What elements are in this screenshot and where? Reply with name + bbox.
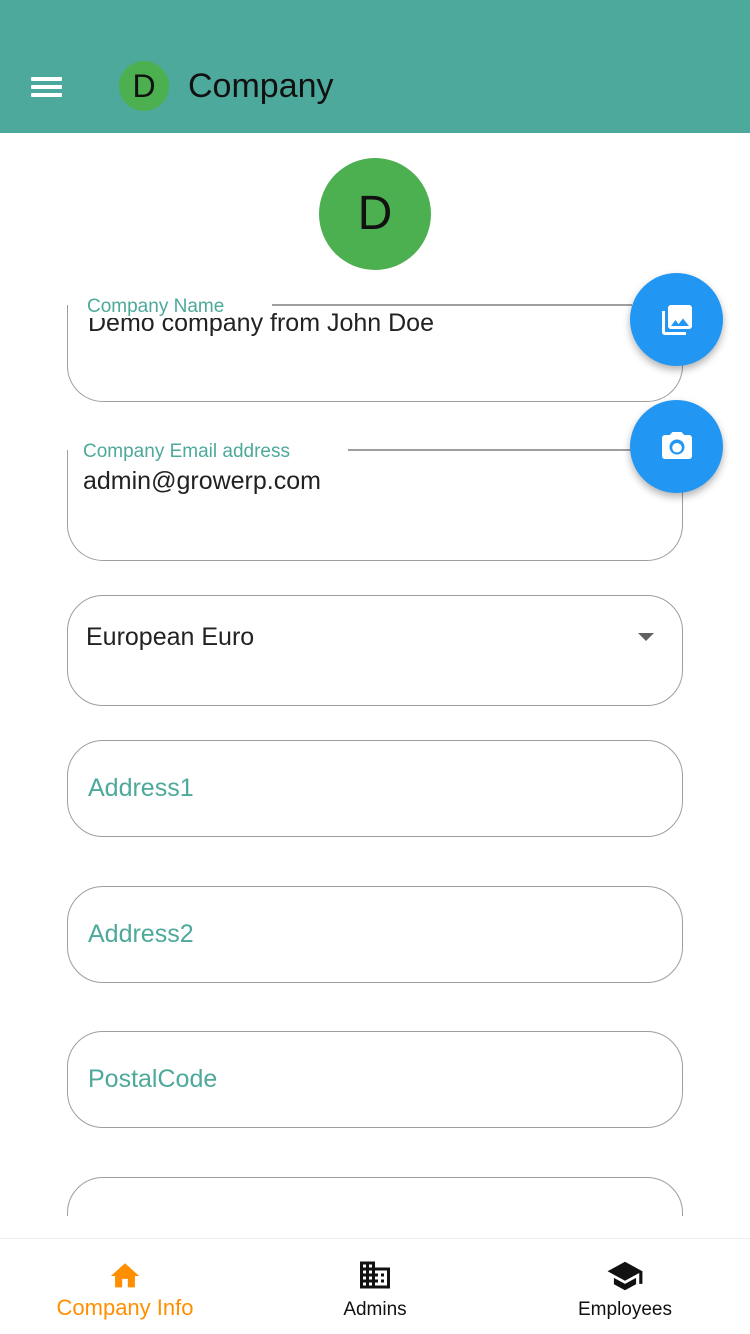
address1-field[interactable]: Address1 (67, 740, 683, 837)
company-name-label: Company Name (81, 296, 231, 318)
nav-employees-label: Employees (578, 1299, 672, 1320)
bottom-navigation: Company Info Admins Employees (0, 1238, 750, 1334)
home-icon (110, 1263, 140, 1288)
company-email-value: admin@growerp.com (83, 467, 321, 495)
app-bar: D Company (0, 0, 750, 133)
nav-company-info[interactable]: Company Info (0, 1239, 250, 1334)
page-title: Company (188, 67, 334, 105)
currency-select[interactable]: European Euro (67, 595, 683, 706)
gallery-button[interactable] (630, 273, 723, 366)
camera-button[interactable] (630, 400, 723, 493)
dropdown-arrow-icon (638, 633, 654, 641)
camera-icon (661, 431, 692, 459)
appbar-avatar[interactable]: D (119, 61, 169, 111)
company-email-label: Company Email address (77, 441, 296, 463)
menu-icon[interactable] (27, 70, 67, 104)
nav-employees[interactable]: Employees (500, 1239, 750, 1334)
address2-field[interactable]: Address2 (67, 886, 683, 983)
company-email-field[interactable]: admin@growerp.com (67, 450, 683, 561)
nav-admins-label: Admins (343, 1299, 407, 1320)
company-name-field[interactable]: Demo company from John Doe (67, 305, 683, 402)
postal-code-field[interactable]: PostalCode (67, 1031, 683, 1128)
graduation-cap-icon (607, 1261, 643, 1291)
building-icon (360, 1261, 390, 1289)
company-avatar: D (319, 158, 431, 270)
address2-placeholder: Address2 (88, 920, 194, 948)
postal-code-placeholder: PostalCode (88, 1065, 218, 1093)
address1-placeholder: Address1 (88, 774, 194, 802)
nav-admins[interactable]: Admins (250, 1239, 500, 1334)
next-field-partial[interactable] (67, 1177, 683, 1216)
currency-value: European Euro (86, 623, 255, 651)
nav-company-info-label: Company Info (56, 1295, 194, 1320)
photo-library-icon (661, 304, 692, 335)
